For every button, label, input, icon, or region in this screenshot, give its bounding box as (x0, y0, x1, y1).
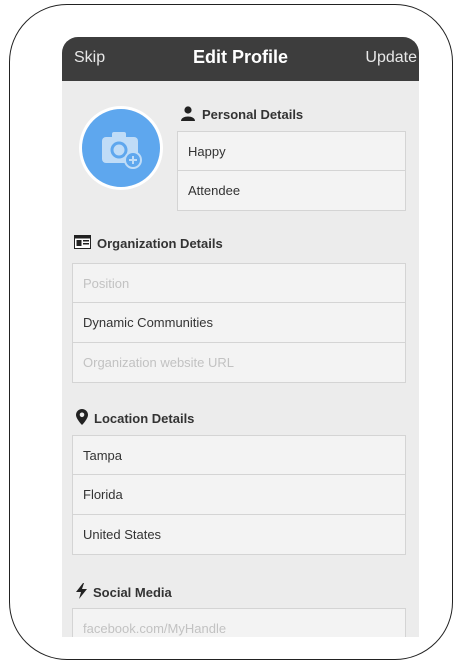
city-field[interactable]: Tampa (72, 435, 406, 475)
update-button[interactable]: Update (365, 49, 417, 67)
organization-details-heading: Organization Details (74, 235, 223, 252)
last-name-value: Attendee (188, 183, 241, 198)
city-value: Tampa (83, 447, 123, 463)
position-placeholder: Position (83, 275, 130, 291)
avatar-photo-button[interactable] (79, 106, 163, 190)
location-details-label: Location Details (94, 411, 195, 426)
personal-details-heading: Personal Details (180, 105, 303, 124)
map-pin-icon (76, 409, 88, 428)
app-screen: Edit Profile Skip Update Personal Detail… (62, 37, 419, 637)
last-name-field[interactable]: Attendee (177, 171, 406, 211)
company-value: Dynamic Communities (83, 315, 214, 330)
website-field[interactable]: Organization website URL (72, 343, 406, 383)
first-name-value: Happy (188, 143, 226, 159)
country-value: United States (83, 527, 162, 542)
personal-details-label: Personal Details (202, 107, 304, 122)
skip-button[interactable]: Skip (74, 49, 105, 67)
position-field[interactable]: Position (72, 263, 406, 303)
state-value: Florida (83, 487, 123, 502)
organization-details-label: Organization Details (97, 236, 223, 251)
facebook-field[interactable]: facebook.com/MyHandle (72, 608, 406, 637)
social-media-label: Social Media (93, 585, 172, 600)
country-field[interactable]: United States (72, 515, 406, 555)
person-icon (180, 105, 196, 124)
first-name-field[interactable]: Happy (177, 131, 406, 171)
nav-bar: Edit Profile Skip Update (62, 37, 419, 81)
lightning-icon (76, 583, 87, 602)
facebook-placeholder: facebook.com/MyHandle (83, 620, 227, 636)
website-placeholder: Organization website URL (83, 355, 235, 370)
social-media-heading: Social Media (76, 583, 172, 602)
state-field[interactable]: Florida (72, 475, 406, 515)
company-field[interactable]: Dynamic Communities (72, 303, 406, 343)
location-details-heading: Location Details (76, 409, 194, 428)
camera-icon (102, 132, 142, 169)
id-card-icon (74, 235, 91, 252)
